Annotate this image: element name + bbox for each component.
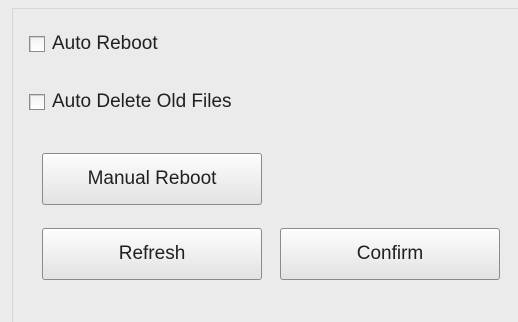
auto-delete-old-files-option[interactable]: Auto Delete Old Files <box>29 91 232 113</box>
confirm-button[interactable]: Confirm <box>280 228 500 280</box>
auto-reboot-checkbox[interactable] <box>29 36 45 52</box>
auto-delete-old-files-label: Auto Delete Old Files <box>52 91 232 112</box>
auto-reboot-label: Auto Reboot <box>52 33 158 54</box>
refresh-button[interactable]: Refresh <box>42 228 262 280</box>
manual-reboot-button[interactable]: Manual Reboot <box>42 153 262 205</box>
auto-reboot-option[interactable]: Auto Reboot <box>29 33 158 55</box>
auto-delete-old-files-checkbox[interactable] <box>29 94 45 110</box>
